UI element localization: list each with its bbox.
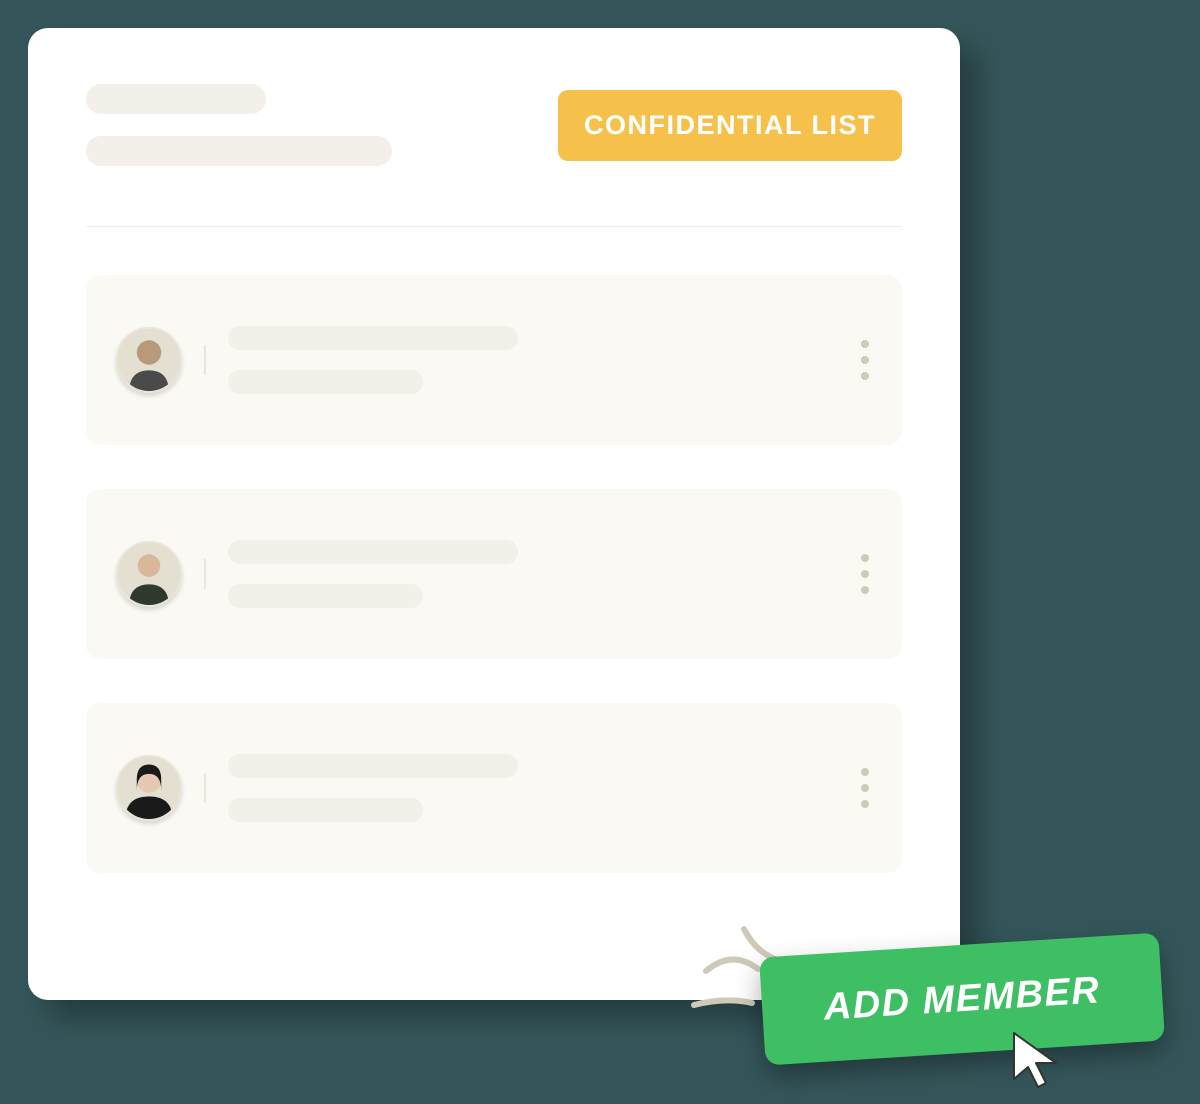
list-item bbox=[86, 275, 902, 445]
title-placeholder-line-1 bbox=[86, 84, 266, 114]
divider bbox=[86, 226, 902, 227]
item-text-placeholder bbox=[228, 326, 856, 394]
title-placeholder-line-2 bbox=[86, 136, 392, 166]
list-card: CONFIDENTIAL LIST bbox=[28, 28, 960, 1000]
separator bbox=[204, 559, 206, 589]
avatar bbox=[116, 541, 182, 607]
item-text-placeholder bbox=[228, 540, 856, 608]
item-line-2 bbox=[228, 370, 423, 394]
item-line-1 bbox=[228, 754, 518, 778]
item-line-1 bbox=[228, 540, 518, 564]
more-menu-icon[interactable] bbox=[856, 546, 874, 602]
member-list bbox=[86, 275, 902, 873]
confidential-badge: CONFIDENTIAL LIST bbox=[558, 90, 902, 161]
card-header: CONFIDENTIAL LIST bbox=[86, 84, 902, 166]
list-item bbox=[86, 489, 902, 659]
item-line-2 bbox=[228, 584, 423, 608]
item-line-2 bbox=[228, 798, 423, 822]
separator bbox=[204, 773, 206, 803]
cursor-icon bbox=[1006, 1029, 1070, 1093]
separator bbox=[204, 345, 206, 375]
list-item bbox=[86, 703, 902, 873]
title-placeholder-column bbox=[86, 84, 392, 166]
avatar bbox=[116, 327, 182, 393]
avatar bbox=[116, 755, 182, 821]
item-text-placeholder bbox=[228, 754, 856, 822]
more-menu-icon[interactable] bbox=[856, 332, 874, 388]
more-menu-icon[interactable] bbox=[856, 760, 874, 816]
item-line-1 bbox=[228, 326, 518, 350]
add-member-group: ADD MEMBER bbox=[762, 945, 1172, 1095]
